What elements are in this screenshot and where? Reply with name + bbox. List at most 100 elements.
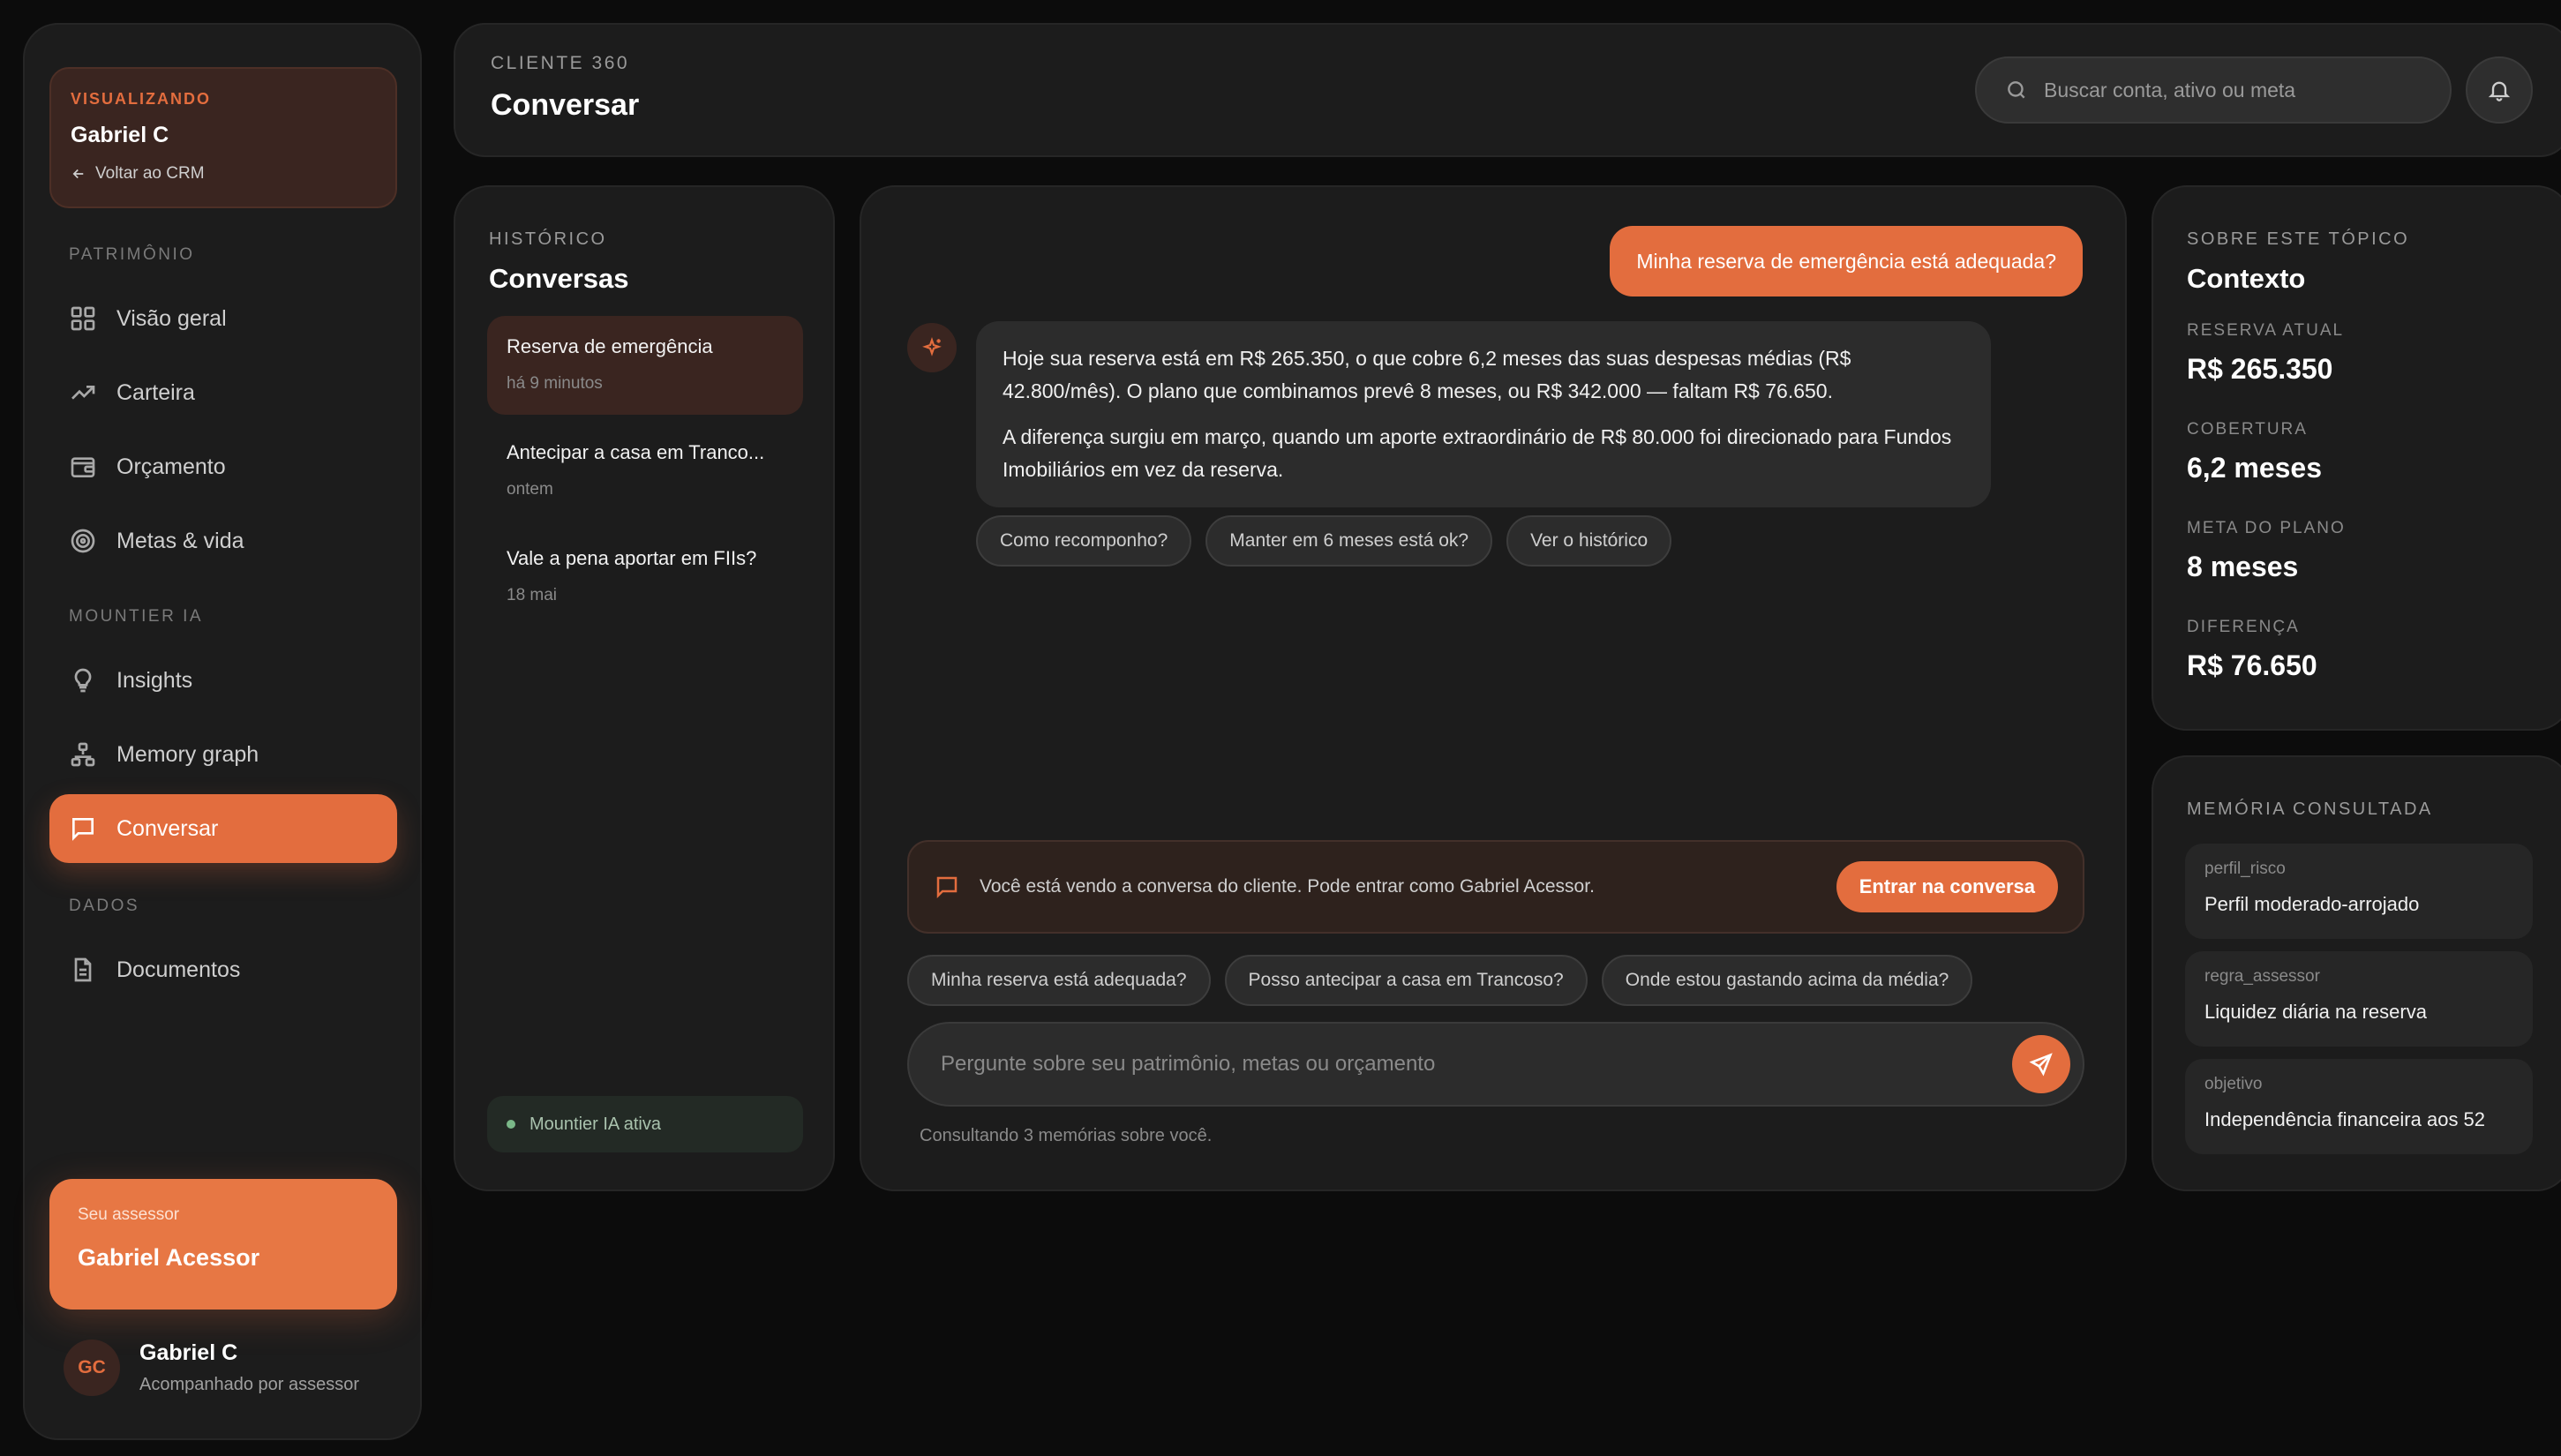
context-label: RESERVA ATUAL	[2187, 321, 2345, 340]
sidebar-item-label: Carteira	[116, 379, 195, 405]
message-input[interactable]	[941, 1052, 2012, 1077]
notice-text: Você está vendo a conversa do cliente. P…	[980, 876, 1595, 897]
sidebar-item-insights[interactable]: Insights	[49, 646, 397, 715]
ai-status-label: Mountier IA ativa	[529, 1114, 661, 1134]
suggestion-chip[interactable]: Posso antecipar a casa em Trancoso?	[1224, 955, 1588, 1006]
sidebar-item-metas-vida[interactable]: Metas & vida	[49, 507, 397, 575]
back-label: Voltar ao CRM	[95, 164, 205, 183]
memory-value: Independência financeira aos 52	[2204, 1108, 2486, 1130]
sidebar-item-label: Orçamento	[116, 454, 226, 479]
memory-value: Liquidez diária na reserva	[2204, 1001, 2427, 1023]
followup-chip[interactable]: Manter em 6 meses está ok?	[1205, 515, 1493, 567]
sidebar-item-documentos[interactable]: Documentos	[49, 935, 397, 1004]
grid-icon	[71, 306, 95, 331]
lightbulb-icon	[74, 668, 92, 693]
suggestion-chip[interactable]: Minha reserva está adequada?	[907, 955, 1211, 1006]
ai-avatar	[907, 323, 957, 372]
context-value: 8 meses	[2187, 551, 2299, 582]
ai-message-bubble: Hoje sua reserva está em R$ 265.350, o q…	[976, 321, 1991, 507]
memory-item[interactable]: objetivo Independência financeira aos 52	[2185, 1059, 2533, 1154]
history-subtitle: HISTÓRICO	[489, 229, 607, 249]
conversation-item[interactable]: Vale a pena aportar em FIIs? 18 mai	[487, 528, 803, 627]
status-dot-icon	[507, 1120, 515, 1129]
ai-status-badge: Mountier IA ativa	[487, 1096, 803, 1152]
notifications-button[interactable]	[2466, 56, 2533, 124]
ai-message-paragraph: A diferença surgiu em março, quando um a…	[1003, 425, 1952, 481]
conversation-item[interactable]: Reserva de emergência há 9 minutos	[487, 316, 803, 415]
followup-chip[interactable]: Como recomponho?	[976, 515, 1192, 567]
sidebar-item-label: Conversar	[116, 815, 219, 841]
top-header: CLIENTE 360 Conversar	[454, 23, 2561, 157]
memory-value: Perfil moderado-arrojado	[2204, 893, 2420, 915]
context-value: R$ 265.350	[2187, 353, 2333, 385]
user-message-bubble: Minha reserva de emergência está adequad…	[1610, 226, 2083, 296]
section-label-dados: DADOS	[69, 897, 140, 915]
user-status: Acompanhado por assessor	[139, 1375, 360, 1394]
header-subtitle: CLIENTE 360	[491, 53, 630, 73]
wallet-icon	[71, 457, 95, 477]
history-panel: HISTÓRICO Conversas Reserva de emergênci…	[454, 185, 835, 1191]
chat-icon	[936, 876, 958, 899]
context-panel: SOBRE ESTE TÓPICO Contexto RESERVA ATUAL…	[2152, 185, 2561, 731]
send-button[interactable]	[2012, 1035, 2070, 1093]
memory-panel: MEMÓRIA CONSULTADA perfil_risco Perfil m…	[2152, 755, 2561, 1191]
context-value: 6,2 meses	[2187, 452, 2323, 484]
followup-chip[interactable]: Ver o histórico	[1506, 515, 1672, 567]
document-icon	[74, 957, 92, 982]
user-name: Gabriel C	[139, 1340, 238, 1365]
sidebar-item-visao-geral[interactable]: Visão geral	[49, 284, 397, 353]
memory-consult-text: Consultando 3 memórias sobre você.	[920, 1126, 1213, 1145]
context-label: META DO PLANO	[2187, 519, 2346, 537]
sidebar-item-memory-graph[interactable]: Memory graph	[49, 720, 397, 789]
conversation-item[interactable]: Antecipar a casa em Tranco... ontem	[487, 422, 803, 521]
sidebar-item-conversar[interactable]: Conversar	[49, 794, 397, 863]
advisor-label: Seu assessor	[78, 1205, 180, 1224]
memory-key: objetivo	[2204, 1075, 2263, 1093]
message-composer	[907, 1022, 2084, 1107]
suggestion-chips: Minha reserva está adequada? Posso antec…	[907, 955, 1973, 1006]
conversation-date: há 9 minutos	[507, 374, 603, 393]
section-label-patrimonio: PATRIMÔNIO	[69, 245, 195, 264]
context-value: R$ 76.650	[2187, 649, 2317, 681]
bell-icon	[2488, 81, 2511, 101]
avatar: GC	[64, 1340, 120, 1396]
history-title: Conversas	[489, 263, 629, 294]
search-input[interactable]	[2044, 78, 2415, 102]
conversation-title: Antecipar a casa em Tranco...	[507, 441, 765, 463]
ai-message-paragraph: Hoje sua reserva está em R$ 265.350, o q…	[1003, 347, 1851, 402]
conversation-title: Vale a pena aportar em FIIs?	[507, 547, 757, 569]
arrow-left-icon	[72, 169, 84, 179]
send-icon	[2029, 1053, 2053, 1077]
sidebar-item-label: Metas & vida	[116, 528, 244, 553]
conversation-title: Reserva de emergência	[507, 335, 713, 357]
viewing-name: Gabriel C	[71, 123, 169, 147]
memory-key: regra_assessor	[2204, 967, 2320, 986]
memory-item[interactable]: perfil_risco Perfil moderado-arrojado	[2185, 844, 2533, 939]
followup-chips: Como recomponho? Manter em 6 meses está …	[976, 515, 1672, 567]
chat-icon	[72, 818, 94, 841]
suggestion-chip[interactable]: Onde estou gastando acima da média?	[1601, 955, 1973, 1006]
advisor-notice: Você está vendo a conversa do cliente. P…	[907, 840, 2084, 934]
advisor-name: Gabriel Acessor	[78, 1244, 260, 1271]
viewing-card: VISUALIZANDO Gabriel C Voltar ao CRM	[49, 67, 397, 208]
advisor-card[interactable]: Seu assessor Gabriel Acessor	[49, 1179, 397, 1310]
context-title: Contexto	[2187, 263, 2306, 294]
sidebar-item-label: Memory graph	[116, 741, 259, 767]
sidebar-item-label: Visão geral	[116, 305, 227, 331]
user-profile[interactable]: GC Gabriel C Acompanhado por assessor	[64, 1340, 359, 1396]
page-title: Conversar	[491, 88, 640, 122]
conversation-date: ontem	[507, 480, 553, 499]
back-to-crm-link[interactable]: Voltar ao CRM	[71, 164, 376, 184]
trending-up-icon	[71, 386, 95, 400]
target-icon	[71, 529, 95, 553]
viewing-label: VISUALIZANDO	[71, 90, 211, 108]
sidebar-item-orcamento[interactable]: Orçamento	[49, 432, 397, 501]
join-conversation-button[interactable]: Entrar na conversa	[1836, 861, 2058, 912]
memory-key: perfil_risco	[2204, 859, 2286, 878]
conversation-date: 18 mai	[507, 586, 558, 604]
context-subtitle: SOBRE ESTE TÓPICO	[2187, 229, 2410, 249]
network-icon	[71, 742, 95, 767]
memory-item[interactable]: regra_assessor Liquidez diária na reserv…	[2185, 951, 2533, 1047]
sidebar-item-carteira[interactable]: Carteira	[49, 358, 397, 427]
search-bar[interactable]	[1975, 56, 2452, 124]
